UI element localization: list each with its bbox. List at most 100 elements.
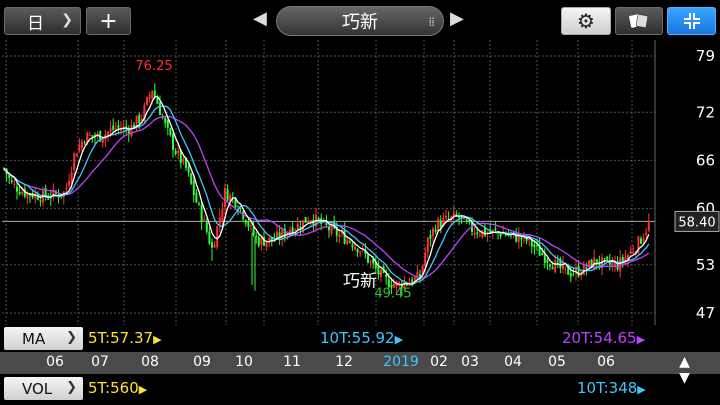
candle-body (554, 259, 557, 273)
candle-body (257, 236, 260, 246)
candle-body (406, 284, 408, 286)
candlestick-chart-svg[interactable]: 79726660534758.4076.2549.45巧新 (0, 40, 720, 325)
vol10-arrow-icon: ▶ (637, 383, 646, 396)
candle-body (369, 261, 372, 263)
candle-body (432, 228, 434, 237)
candle-body (385, 274, 388, 278)
candle-body (309, 220, 312, 222)
candle-body (213, 244, 216, 248)
x-axis-month-label: 06 (597, 354, 615, 370)
candle-body (354, 246, 356, 250)
candle-body (211, 242, 213, 248)
candle-body (265, 242, 268, 248)
candle-body (112, 125, 115, 130)
chevron-right-icon: ❯ (61, 12, 73, 28)
candle-body (83, 142, 86, 144)
candle-body (434, 229, 437, 232)
stock-title-selector[interactable]: 巧新 ⁞⁞ (276, 6, 444, 36)
candle-body (81, 141, 83, 148)
settings-gear-button[interactable]: ⚙ (561, 7, 611, 35)
prev-stock-arrow-icon[interactable]: ◀ (253, 8, 267, 29)
y-tick-label: 79 (696, 47, 715, 65)
candle-body (187, 166, 190, 173)
x-axis-month-label: 08 (141, 354, 159, 370)
candle-body (73, 153, 76, 170)
fullscreen-toggle-button[interactable] (667, 7, 716, 35)
low-price-label: 49.45 (374, 286, 411, 301)
candle-body (10, 180, 13, 183)
candle-body (68, 181, 70, 186)
candle-body (130, 124, 133, 137)
next-stock-arrow-icon[interactable]: ▶ (450, 8, 464, 29)
vol-indicator-row: VOL ❯ 5T:560▶ 10T:348▶ (0, 374, 720, 405)
high-price-label: 76.25 (135, 59, 172, 74)
candle-body (348, 241, 351, 243)
candle-body (304, 217, 307, 223)
candle-body (164, 117, 167, 123)
candle-body (494, 228, 497, 231)
x-axis-month-label: 05 (548, 354, 566, 370)
y-tick-label: 66 (696, 151, 715, 169)
x-axis-months: ▲▼ 06 07 08 09 10 11 12 2019 02 03 04 05 06 (0, 352, 720, 386)
candle-body (91, 135, 94, 137)
candle-body (239, 208, 242, 210)
candle-body (351, 244, 354, 248)
candle-body (416, 271, 419, 280)
candle-body (520, 237, 523, 240)
candle-body (530, 240, 533, 247)
candle-body (18, 192, 21, 195)
candle-body (549, 264, 551, 267)
x-axis-month-label: 06 (46, 354, 64, 370)
candle-body (192, 181, 195, 196)
card-view-button[interactable] (615, 7, 663, 35)
vol-indicator-dropdown[interactable]: VOL ❯ (4, 377, 83, 400)
candle-body (117, 125, 120, 128)
candle-body (21, 191, 24, 194)
candle-body (205, 221, 208, 232)
candle-body (481, 230, 484, 237)
add-button[interactable]: + (86, 7, 131, 35)
candle-body (177, 150, 180, 154)
y-tick-label: 53 (696, 256, 715, 274)
ma5-value: 5T:57.37▶ (88, 329, 162, 347)
y-tick-label: 72 (696, 103, 715, 121)
candle-body (252, 226, 255, 236)
candle-body (114, 128, 117, 130)
x-axis-month-label: 2019 (383, 354, 419, 370)
candle-body (445, 216, 447, 219)
x-axis-month-label: 09 (193, 354, 211, 370)
candle-body (148, 95, 151, 99)
ma-indicator-dropdown[interactable]: MA ❯ (4, 327, 83, 350)
candle-body (203, 219, 206, 222)
candle-body (208, 231, 211, 244)
price-chart[interactable]: 79 72 66 60 53 47 58.40 76.25 49.45 巧新 (0, 40, 720, 325)
candle-body (439, 220, 442, 228)
candle-body (647, 221, 650, 231)
candle-body (153, 90, 156, 97)
candle-body (146, 97, 148, 105)
candle-body (645, 232, 648, 235)
candle-body (224, 188, 226, 208)
candle-body (556, 260, 559, 262)
candle-body (255, 235, 258, 237)
candle-body (250, 225, 252, 227)
candle-body (476, 232, 479, 234)
candle-body (307, 221, 310, 223)
candle-body (109, 128, 112, 132)
candle-body (221, 208, 224, 221)
period-label: 日 (27, 13, 44, 34)
candle-body (569, 273, 572, 277)
candle-body (632, 251, 635, 253)
candle-body (16, 186, 18, 192)
candle-body (138, 114, 141, 124)
candle-body (317, 217, 320, 220)
candle-body (166, 120, 169, 128)
candle-body (546, 259, 549, 263)
ma-indicator-row: MA ❯ 5T:57.37▶ 10T:55.92▶ 20T:54.65▶ (0, 324, 720, 352)
vol10-value: 10T:348▶ (577, 379, 646, 397)
chevron-right-icon: ❯ (66, 380, 77, 395)
candle-body (343, 230, 346, 244)
candle-body (151, 90, 154, 99)
period-select-button[interactable]: 日 ❯ (4, 7, 81, 35)
candle-body (294, 229, 297, 232)
